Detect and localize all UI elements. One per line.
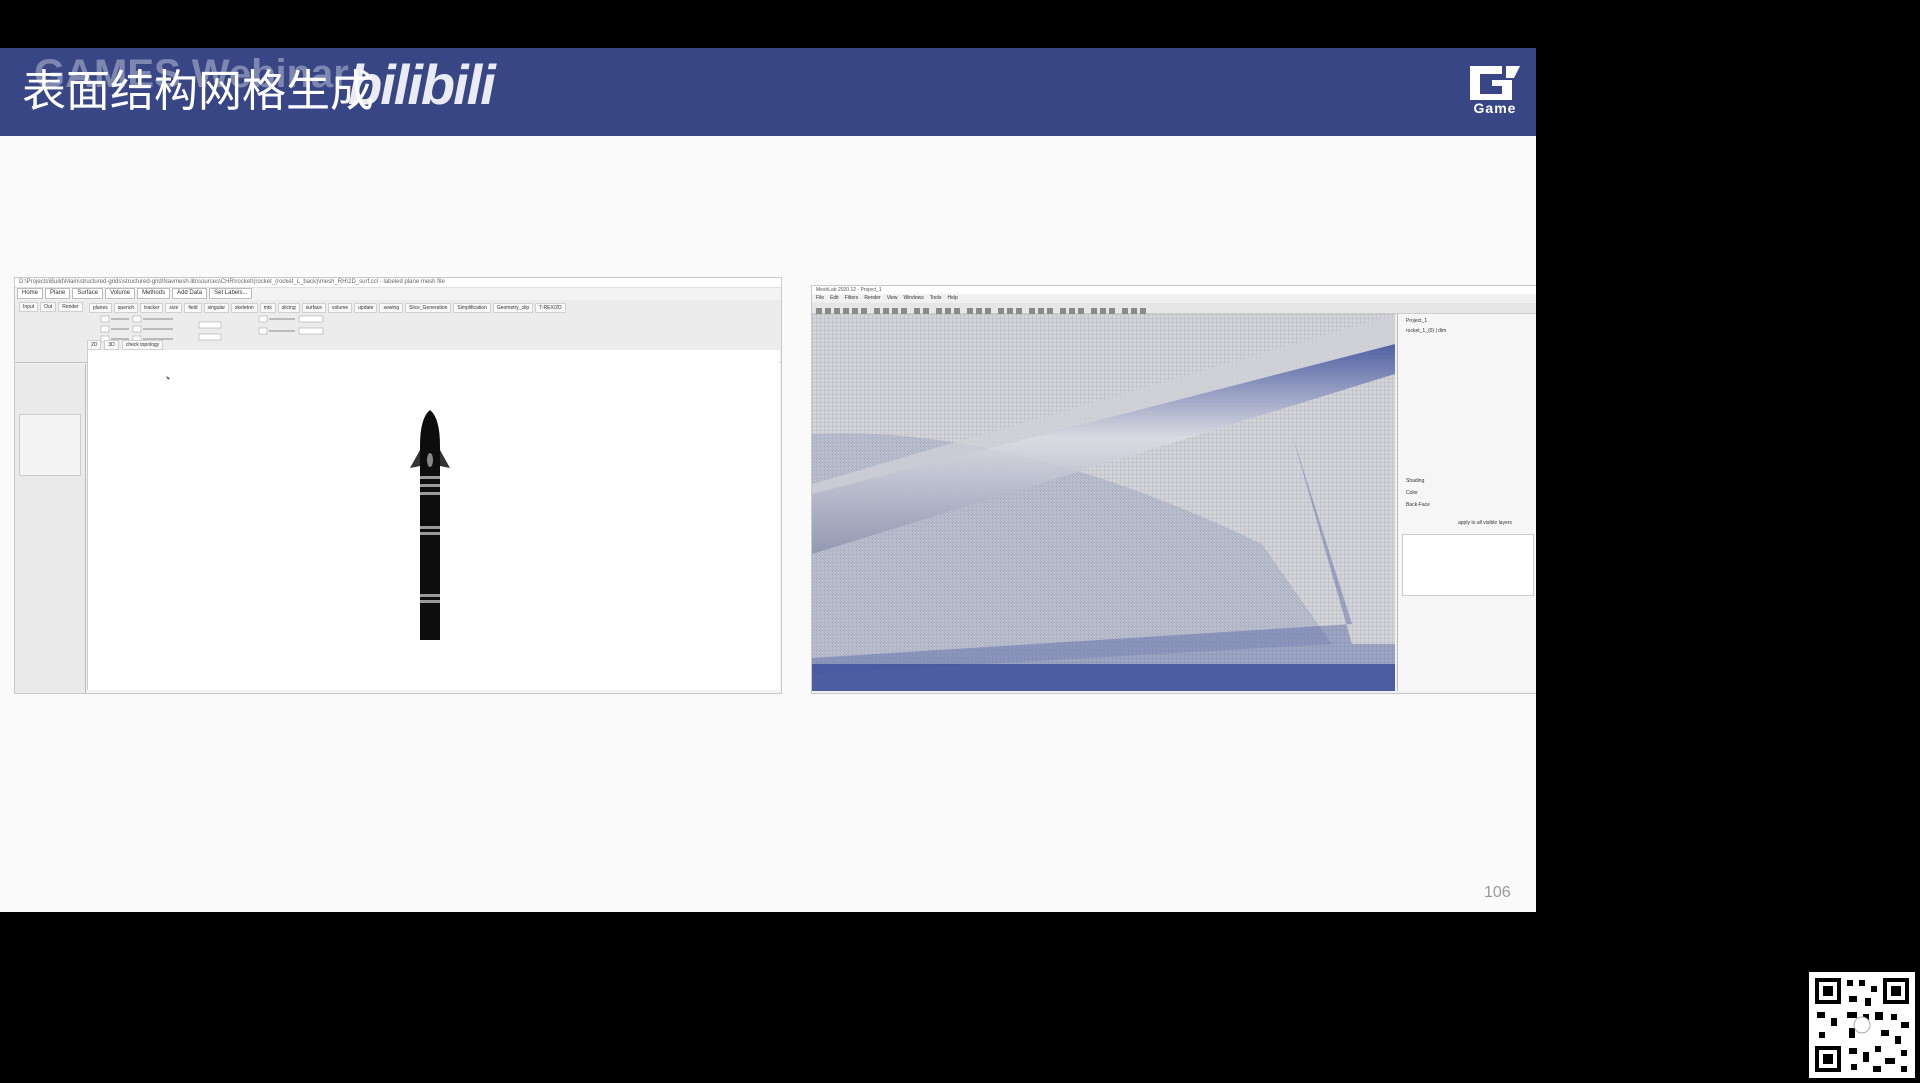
ribbon-button[interactable]: surface [301, 303, 327, 313]
left-app-canvas[interactable] [87, 350, 780, 690]
shading-label: Shading [1406, 478, 1425, 484]
backface-label: Back-Face [1406, 502, 1430, 508]
apply-all-checkbox[interactable]: apply to all visible layers [1458, 520, 1512, 526]
menu-item[interactable]: Render [864, 294, 880, 302]
ribbon-tab[interactable]: Surface [72, 288, 104, 299]
ribbon-tab[interactable]: Plane [45, 288, 71, 299]
ribbon-button[interactable]: Geometry_clip [492, 303, 534, 313]
title-banner: GAMES Webinar 表面结构网格生成 bilibili Game [0, 48, 1536, 136]
ribbon-button-row: planes quench tracker size field singula… [89, 303, 566, 313]
slide: GAMES Webinar 表面结构网格生成 bilibili Game D:\… [0, 48, 1536, 912]
panel-tab[interactable]: Render [58, 302, 83, 312]
menu-item[interactable]: File [816, 294, 824, 302]
left-app-ribbon-tabs: Home Plane Surface Volume Methods Add Da… [15, 288, 781, 299]
menu-item[interactable]: Tools [930, 294, 942, 302]
menu-item[interactable]: Help [947, 294, 957, 302]
doc-tab[interactable]: 3D [104, 340, 119, 350]
ribbon-button[interactable]: update [354, 303, 378, 313]
bilibili-watermark: bilibili [348, 53, 496, 116]
ribbon-button[interactable]: mtx [259, 303, 276, 313]
rocket-model [166, 376, 450, 640]
ribbon-button[interactable]: Simplification [453, 303, 491, 313]
layer-label[interactable]: rocket_1_(0) | dim [1406, 328, 1446, 334]
ribbon-button[interactable]: T-REX/2D [535, 303, 566, 313]
ribbon-tab[interactable]: Volume [105, 288, 136, 299]
ribbon-button[interactable]: singular [203, 303, 230, 313]
mesh-render [812, 314, 1395, 691]
project-label: Project_1 [1406, 318, 1428, 324]
ribbon-tab[interactable]: Methods [137, 288, 171, 299]
ribbon-button[interactable]: sewing [379, 303, 404, 313]
ribbon-button[interactable]: volume [328, 303, 353, 313]
mesh-viewport[interactable] [812, 314, 1395, 691]
right-app-menu-bar: File Edit Filters Render View Windows To… [812, 294, 1536, 302]
side-panel-box [19, 414, 81, 476]
ribbon-tab[interactable]: Home [17, 288, 44, 299]
slide-title: 表面结构网格生成 [22, 66, 374, 117]
menu-item[interactable]: Filters [845, 294, 859, 302]
left-app-title-bar: D:\Projects\Build\Main\structured-grids\… [15, 278, 781, 288]
left-panel-tabs: Input Out Render [19, 302, 83, 312]
menu-item[interactable]: Windows [903, 294, 923, 302]
ribbon-button[interactable]: Slice_Generation [405, 303, 452, 313]
games-logo-text: Game [1473, 100, 1517, 116]
ribbon-button[interactable]: size [165, 303, 183, 313]
right-screenshot-mesh-viewer: MeshLab 2020.12 - Project_1 File Edit Fi… [811, 285, 1536, 694]
ribbon-tab[interactable]: Set Labels... [209, 288, 253, 299]
ribbon-button[interactable]: quench [113, 303, 139, 313]
left-app-doc-tabs: 2D 3D check topology [87, 340, 164, 350]
ribbon-button[interactable]: skeleton [231, 303, 258, 313]
left-app-side-panel [15, 364, 86, 693]
qr-code [1809, 972, 1915, 1078]
menu-item[interactable]: View [887, 294, 898, 302]
ribbon-button[interactable]: field [184, 303, 202, 313]
games-logo: Game [1466, 62, 1524, 118]
log-window [1402, 534, 1534, 596]
panel-tab[interactable]: Input [19, 302, 39, 312]
ribbon-button[interactable]: tracker [140, 303, 164, 313]
doc-tab[interactable]: 2D [87, 340, 102, 350]
right-app-toolbar [812, 303, 1536, 314]
doc-tab[interactable]: check topology [121, 340, 164, 350]
ribbon-button[interactable]: planes [89, 303, 112, 313]
right-app-title-bar: MeshLab 2020.12 - Project_1 [812, 286, 1536, 294]
page-number: 106 [1484, 884, 1511, 901]
ribbon-tab[interactable]: Add Data [172, 288, 208, 299]
color-label: Color [1406, 490, 1418, 496]
right-app-layer-panel: Project_1 rocket_1_(0) | dim Shading Col… [1397, 314, 1536, 691]
left-screenshot-grid-tool: D:\Projects\Build\Main\structured-grids\… [14, 277, 782, 694]
menu-item[interactable]: Edit [830, 294, 839, 302]
ribbon-button[interactable]: slicing [277, 303, 300, 313]
panel-tab[interactable]: Out [40, 302, 57, 312]
